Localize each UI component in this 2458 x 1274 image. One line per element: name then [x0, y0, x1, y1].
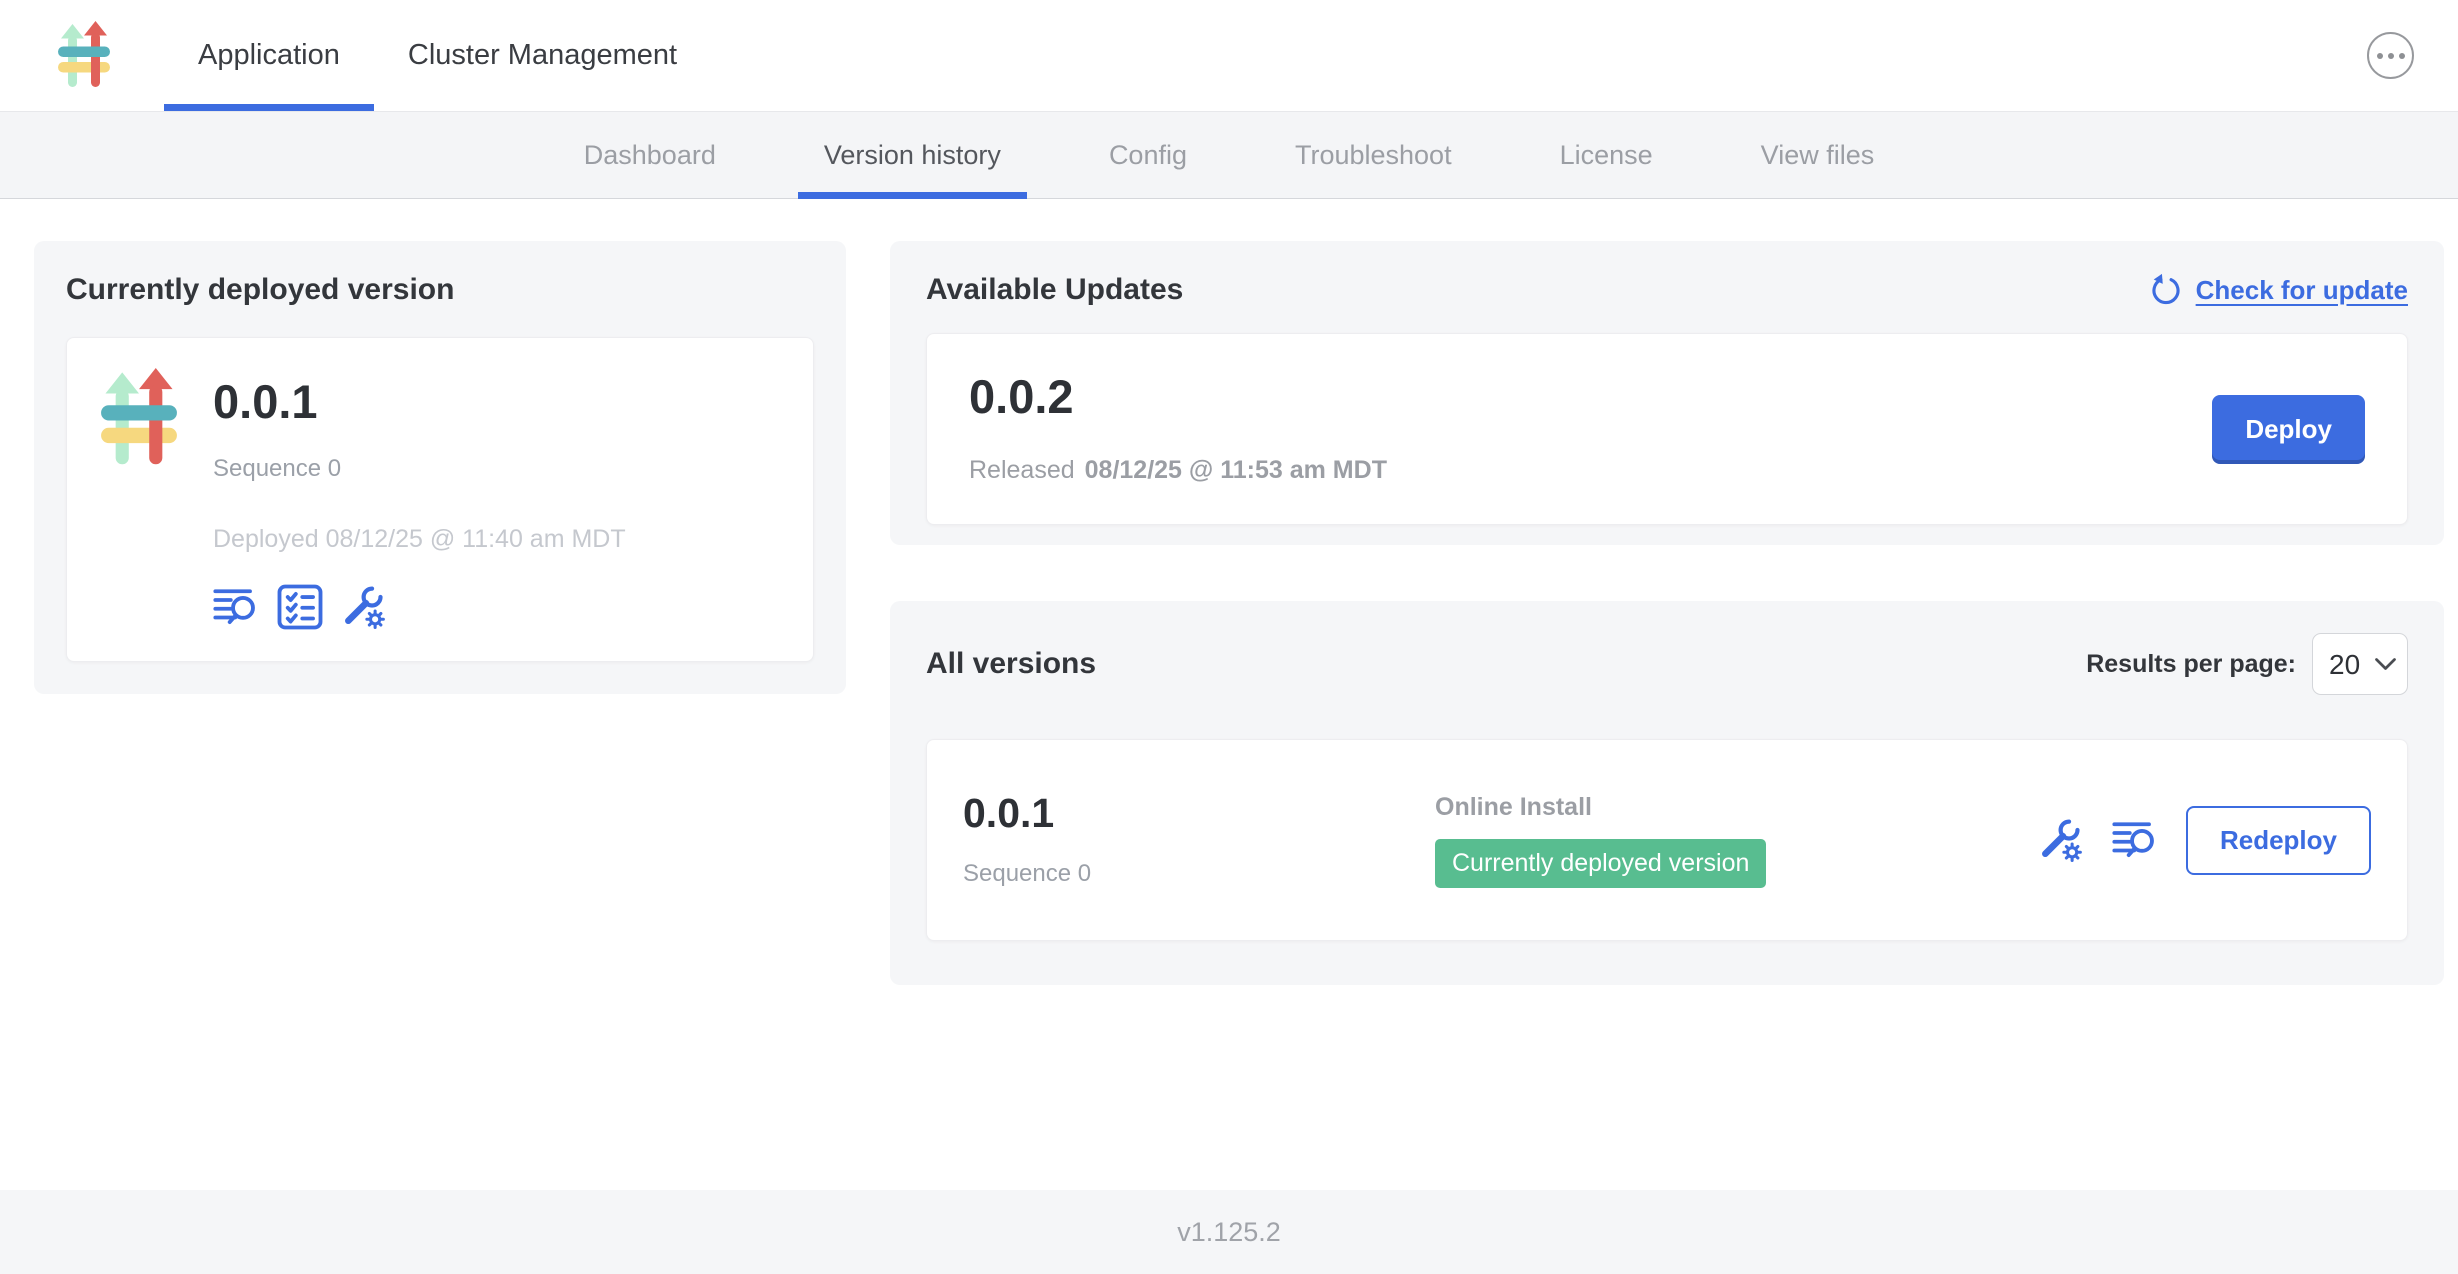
refresh-icon: [2149, 273, 2183, 307]
main-content: Currently deployed version 0.0.1 Sequenc…: [0, 199, 2458, 1190]
tab-application[interactable]: Application: [164, 0, 374, 111]
currently-deployed-card: Currently deployed version 0.0.1 Sequenc…: [34, 241, 846, 694]
update-version-number: 0.0.2: [969, 373, 1387, 420]
results-per-page-select[interactable]: 20: [2312, 633, 2408, 695]
subnav-view-files-label: View files: [1761, 140, 1875, 171]
results-per-page-label: Results per page:: [2086, 650, 2296, 679]
app-logo-icon: [101, 368, 177, 473]
subnav-version-history-label: Version history: [824, 140, 1001, 171]
config-wrench-icon[interactable]: [341, 584, 387, 630]
config-wrench-icon[interactable]: [2038, 817, 2084, 863]
released-timestamp: 08/12/25 @ 11:53 am MDT: [1085, 456, 1387, 485]
right-column: Available Updates Check for update 0.0.2…: [890, 241, 2444, 985]
update-released-line: Released 08/12/25 @ 11:53 am MDT: [969, 456, 1387, 485]
subnav-license-label: License: [1560, 140, 1653, 171]
subnav-license[interactable]: License: [1506, 112, 1707, 198]
subnav-dashboard[interactable]: Dashboard: [530, 112, 770, 198]
preflight-checks-icon[interactable]: [277, 584, 323, 630]
console-version: v1.125.2: [1177, 1217, 1281, 1248]
update-info: 0.0.2 Released 08/12/25 @ 11:53 am MDT: [969, 373, 1387, 485]
subnav-config-label: Config: [1109, 140, 1187, 171]
install-type-label: Online Install: [1435, 793, 2038, 822]
row-version-number: 0.0.1: [963, 793, 1435, 834]
topbar-spacer: [711, 0, 2367, 111]
page-footer: v1.125.2: [0, 1190, 2458, 1274]
view-logs-icon[interactable]: [213, 586, 259, 628]
top-nav: Application Cluster Management: [164, 0, 711, 111]
redeploy-button[interactable]: Redeploy: [2186, 806, 2371, 875]
deployed-version-info: 0.0.1 Sequence 0 Deployed 08/12/25 @ 11:…: [213, 368, 626, 631]
deployed-version-number: 0.0.1: [213, 378, 626, 425]
tab-cluster-management[interactable]: Cluster Management: [374, 0, 711, 111]
all-versions-title: All versions: [926, 647, 1096, 681]
subnav-troubleshoot[interactable]: Troubleshoot: [1241, 112, 1506, 198]
subnav-dashboard-label: Dashboard: [584, 140, 716, 171]
row-sequence: Sequence 0: [963, 860, 1435, 888]
version-row-actions: Redeploy: [2038, 806, 2371, 875]
subnav-view-files[interactable]: View files: [1707, 112, 1929, 198]
deploy-button[interactable]: Deploy: [2212, 395, 2365, 464]
available-updates-title: Available Updates: [926, 273, 1183, 307]
top-bar: Application Cluster Management: [0, 0, 2458, 112]
version-row: 0.0.1 Sequence 0 Online Install Currentl…: [926, 739, 2408, 941]
version-row-status: Online Install Currently deployed versio…: [1435, 793, 2038, 888]
check-for-update-link[interactable]: Check for update: [2149, 273, 2408, 307]
subnav-version-history[interactable]: Version history: [770, 112, 1055, 198]
all-versions-card: All versions Results per page: 20: [890, 601, 2444, 985]
subnav-config[interactable]: Config: [1055, 112, 1241, 198]
app-sub-nav: Dashboard Version history Config Trouble…: [0, 112, 2458, 199]
tab-cluster-management-label: Cluster Management: [408, 39, 677, 72]
all-versions-header: All versions Results per page: 20: [926, 633, 2408, 695]
check-for-update-label: Check for update: [2196, 275, 2408, 306]
version-row-info: 0.0.1 Sequence 0: [963, 793, 1435, 888]
update-row: 0.0.2 Released 08/12/25 @ 11:53 am MDT D…: [926, 333, 2408, 525]
deployed-version-actions: [213, 584, 626, 630]
deployed-card-title: Currently deployed version: [66, 273, 814, 307]
deployed-sequence: Sequence 0: [213, 455, 626, 483]
ellipsis-menu-icon[interactable]: [2367, 32, 2414, 79]
tab-application-label: Application: [198, 39, 340, 72]
view-logs-icon[interactable]: [2112, 819, 2158, 861]
available-updates-header: Available Updates Check for update: [926, 273, 2408, 307]
subnav-troubleshoot-label: Troubleshoot: [1295, 140, 1452, 171]
released-prefix: Released: [969, 456, 1075, 485]
currently-deployed-badge: Currently deployed version: [1435, 839, 1766, 888]
available-updates-card: Available Updates Check for update 0.0.2…: [890, 241, 2444, 545]
kots-admin-console: Application Cluster Management Dashboard…: [0, 0, 2458, 1274]
results-per-page-select-wrap: 20: [2312, 633, 2408, 695]
deployed-version-panel: 0.0.1 Sequence 0 Deployed 08/12/25 @ 11:…: [66, 337, 814, 662]
deployed-timestamp: Deployed 08/12/25 @ 11:40 am MDT: [213, 525, 626, 554]
app-logo-icon: [58, 20, 110, 94]
results-per-page: Results per page: 20: [2086, 633, 2408, 695]
